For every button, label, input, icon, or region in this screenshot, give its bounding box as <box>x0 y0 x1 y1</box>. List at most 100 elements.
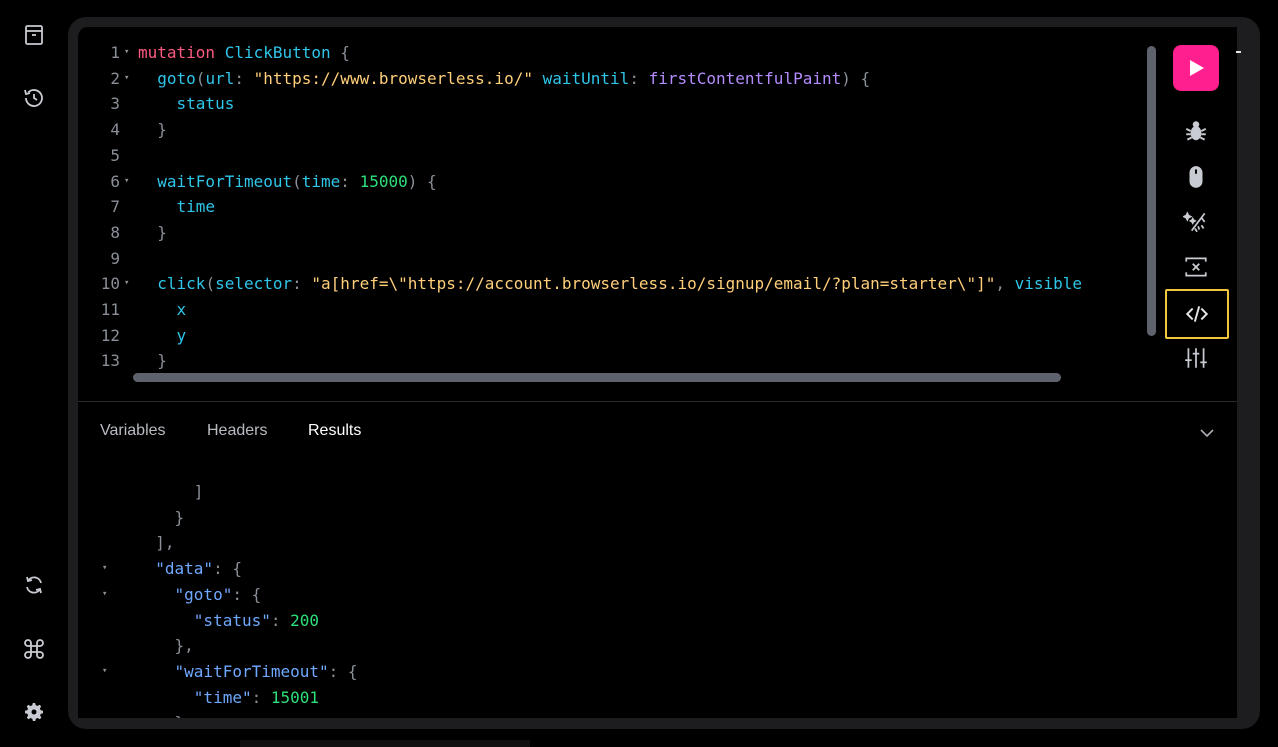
tab-headers[interactable]: Headers <box>207 422 267 440</box>
code-text: } <box>138 220 167 245</box>
command-icon[interactable] <box>21 636 47 662</box>
background-fragment <box>240 740 530 747</box>
result-token: "status" <box>193 610 271 630</box>
code-text: waitForTimeout(time: 15000) { <box>138 169 437 194</box>
code-token: selector <box>215 274 293 294</box>
line-number: 11 <box>100 300 120 319</box>
archive-icon[interactable] <box>21 22 47 48</box>
query-editor[interactable]: 1 ▾ mutation ClickButton {2 ▾ goto(url: "ht… <box>78 27 1160 401</box>
result-token: : <box>251 687 271 707</box>
code-token: "https://www.browserless.io/" <box>253 68 533 88</box>
debug-button[interactable] <box>1181 116 1211 146</box>
result-token: }, <box>136 713 194 718</box>
editor-vertical-scrollbar[interactable] <box>1147 46 1156 336</box>
result-text: "waitForTimeout": { <box>136 659 358 684</box>
chevron-down-icon[interactable] <box>1198 424 1216 442</box>
result-text: } <box>136 505 185 530</box>
tab-variables[interactable]: Variables <box>100 422 166 440</box>
line-number: 4 <box>110 120 120 140</box>
code-token: , <box>995 274 1015 294</box>
result-text: ], <box>136 530 174 555</box>
line-number: 7 <box>110 197 120 217</box>
play-icon <box>1190 60 1204 76</box>
fold-toggle-icon[interactable]: ▾ <box>102 582 107 607</box>
code-token: visible <box>1014 274 1083 294</box>
result-text: }, <box>136 633 194 658</box>
result-token: "data" <box>155 559 214 579</box>
magic-button[interactable] <box>1181 207 1211 237</box>
line-number: 5 <box>110 145 120 165</box>
code-text: click(selector: "a[href=\"https://accoun… <box>138 271 1082 296</box>
code-token: y <box>138 325 187 345</box>
code-token: mutation <box>138 43 225 62</box>
code-token: 15000 <box>359 171 408 191</box>
history-icon[interactable] <box>21 85 47 111</box>
left-sidebar <box>0 0 68 747</box>
result-text: }, <box>136 710 194 718</box>
result-text: "time": 15001 <box>136 685 319 710</box>
result-token: "time" <box>193 687 252 707</box>
editor-horizontal-scrollbar[interactable] <box>133 373 1061 382</box>
code-export-button[interactable] <box>1165 289 1229 339</box>
code-token: goto <box>138 68 196 88</box>
fold-toggle-icon[interactable]: ▾ <box>124 40 129 65</box>
line-number: 3 <box>110 94 120 114</box>
code-token: : <box>340 171 360 191</box>
code-token: ) { <box>841 68 871 88</box>
result-token: : <box>270 610 291 630</box>
result-token: "goto" <box>174 584 233 604</box>
code-text: mutation ClickButton { <box>138 40 350 65</box>
settings-icon[interactable] <box>21 699 47 725</box>
result-text: "goto": { <box>136 582 262 607</box>
run-query-button[interactable] <box>1173 45 1219 91</box>
line-number: 12 <box>100 325 120 345</box>
result-token: ] <box>136 482 204 501</box>
result-token: 15001 <box>270 687 320 707</box>
code-text: } <box>138 117 167 142</box>
code-token: ClickButton <box>224 43 331 62</box>
mouse-button[interactable] <box>1181 162 1211 192</box>
screenshot-button[interactable] <box>1181 252 1211 282</box>
code-text: goto(url: "https://www.browserless.io/" … <box>138 66 870 91</box>
mouse-icon <box>1189 166 1203 188</box>
magic-wand-icon <box>1183 211 1206 233</box>
fold-toggle-icon[interactable]: ▾ <box>124 66 129 91</box>
results-panel: Variables Headers Results ] } ], ▾ "data"… <box>78 401 1237 718</box>
code-text: x <box>138 297 187 322</box>
result-token <box>136 611 194 630</box>
code-token: ( <box>205 274 216 294</box>
code-token: : <box>234 68 254 88</box>
code-token: time <box>138 197 216 217</box>
code-text: time <box>138 194 216 219</box>
sliders-icon <box>1185 348 1207 368</box>
code-token: } <box>138 120 167 140</box>
code-token: waitForTimeout <box>138 171 293 191</box>
result-token: : { <box>232 584 262 604</box>
screenshot-icon <box>1185 257 1207 277</box>
toolbar-divider <box>1236 51 1241 53</box>
code-token: : <box>629 68 649 88</box>
settings-sliders-button[interactable] <box>1181 343 1211 373</box>
result-token <box>136 662 175 681</box>
fold-toggle-icon[interactable]: ▾ <box>102 556 107 581</box>
fold-toggle-icon[interactable]: ▾ <box>102 659 107 684</box>
code-token: waitUntil <box>542 68 630 88</box>
line-number: 6 <box>110 171 120 191</box>
result-text: "status": 200 <box>136 608 319 633</box>
code-icon <box>1185 306 1209 322</box>
tab-results[interactable]: Results <box>308 422 361 440</box>
refresh-icon[interactable] <box>21 572 47 598</box>
fold-toggle-icon[interactable]: ▾ <box>124 169 129 194</box>
line-number: 2 <box>110 68 120 88</box>
code-token: status <box>138 94 235 114</box>
result-token: : { <box>213 559 242 579</box>
code-text: y <box>138 323 187 348</box>
code-token: ( <box>195 68 206 88</box>
fold-toggle-icon[interactable]: ▾ <box>124 271 129 296</box>
line-number: 13 <box>100 351 120 371</box>
code-token: ) { <box>407 171 437 191</box>
result-token: : { <box>328 661 358 681</box>
line-number: 9 <box>110 248 120 268</box>
result-token: }, <box>136 636 194 656</box>
